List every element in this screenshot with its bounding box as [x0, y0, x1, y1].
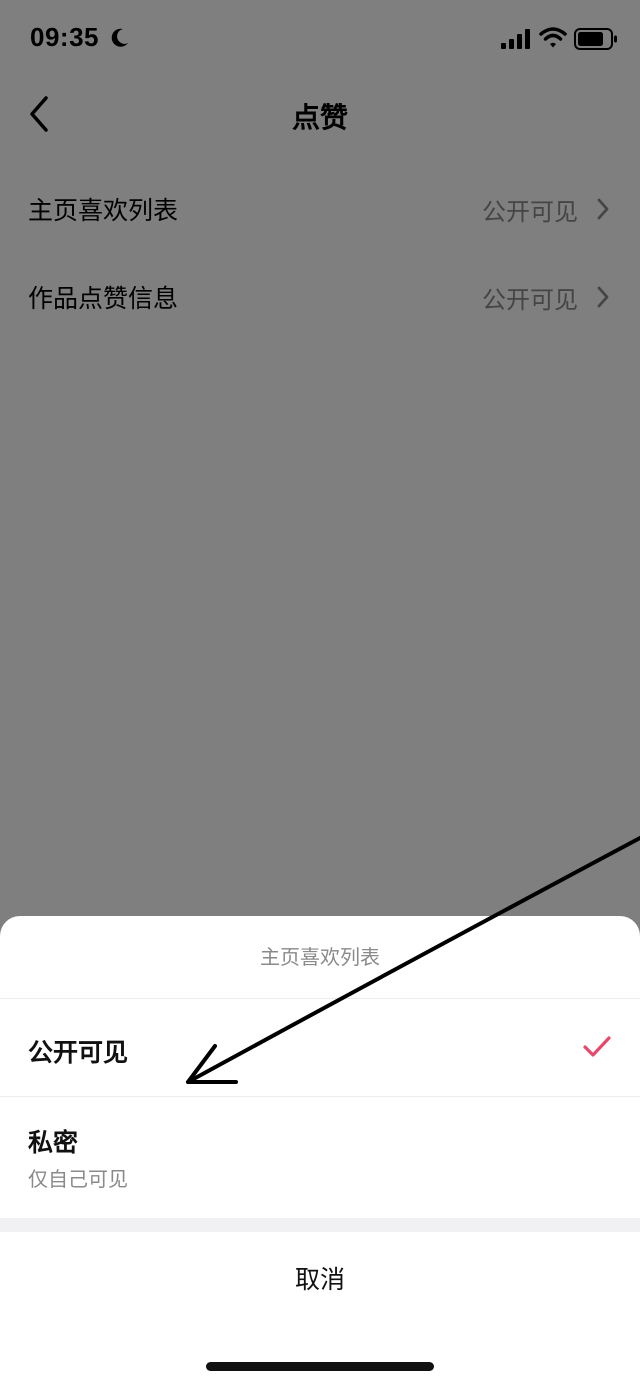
- screen: 09:35: [0, 0, 640, 1386]
- option-subtitle: 仅自己可见: [28, 1167, 128, 1191]
- option-public[interactable]: 公开可见: [0, 999, 640, 1097]
- option-private[interactable]: 私密 仅自己可见: [0, 1097, 640, 1217]
- option-label: 私密: [28, 1128, 79, 1157]
- action-sheet: 主页喜欢列表 公开可见 私密 仅自己可见 取消: [0, 916, 640, 1386]
- checkmark-icon: [583, 1036, 611, 1057]
- sheet-title: 主页喜欢列表: [0, 916, 640, 999]
- sheet-divider: [0, 1218, 640, 1232]
- home-indicator: [206, 1362, 434, 1371]
- option-label: 公开可见: [28, 1038, 129, 1067]
- cancel-button[interactable]: 取消: [0, 1232, 640, 1328]
